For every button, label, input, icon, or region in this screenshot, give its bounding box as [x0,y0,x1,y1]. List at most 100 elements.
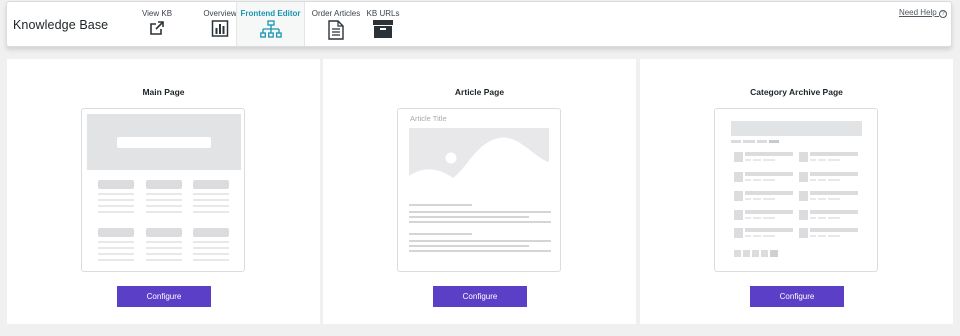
need-help-label: Need Help [898,8,937,17]
text-line [98,193,134,195]
text-line [146,193,182,195]
text-line [810,152,858,156]
breadcrumb-placeholder [743,140,755,143]
text-line [745,217,751,219]
tab-label: KB URLs [366,9,400,18]
main-page-card: Main Page Configure [7,59,320,324]
text-line [828,217,840,219]
tab-label: View KB [141,9,173,18]
text-line [193,241,229,243]
column-header [146,228,182,237]
text-line [193,253,229,255]
text-line [745,198,751,200]
text-line [753,179,761,181]
main-page-preview [81,108,245,272]
text-line [409,245,529,247]
text-line [810,228,858,232]
need-help-link[interactable]: Need Help ? [899,8,947,18]
text-line [753,159,761,161]
pagination-placeholder [770,250,778,257]
article-thumb [799,228,808,238]
card-title: Article Page [454,87,505,97]
text-line [409,250,551,252]
column-header [193,228,229,237]
article-page-card: Article Page Article Title Configure [323,59,636,324]
text-line [745,191,793,195]
tab-kb-urls[interactable]: KB URLs [365,2,401,46]
text-line [818,179,826,181]
external-link-icon [150,21,164,35]
configure-main-page-button[interactable]: Configure [117,286,211,307]
article-thumb [799,152,808,162]
tab-order-articles[interactable]: Order Articles [308,2,364,46]
tab-frontend-editor[interactable]: Frontend Editor [236,2,305,46]
text-line [146,247,182,249]
text-line [98,205,134,207]
text-line [763,198,775,200]
text-line [753,198,761,200]
text-line [810,198,816,200]
card-title: Category Archive Page [750,87,843,97]
sitemap-icon [259,20,282,38]
article-page-preview: Article Title [397,108,561,272]
text-line [146,241,182,243]
text-line [763,217,775,219]
text-line [745,235,751,237]
text-line [828,179,840,181]
text-line [146,205,182,207]
text-line [98,253,134,255]
text-line [98,211,134,213]
top-navigation-bar: Knowledge Base View KB Overview Frontend… [6,1,952,47]
article-thumb [734,191,743,201]
text-line [146,211,182,213]
text-line [818,217,826,219]
configure-article-page-button[interactable]: Configure [433,286,527,307]
article-thumb [799,210,808,220]
text-line [810,210,858,214]
article-thumb [799,191,808,201]
article-thumb [734,152,743,162]
text-line [810,159,816,161]
configure-category-archive-button[interactable]: Configure [750,286,844,307]
text-line [745,228,793,232]
text-line [146,253,182,255]
text-line [409,233,472,235]
text-line [193,205,229,207]
tab-label: Frontend Editor [240,9,301,18]
image-placeholder-icon [409,128,549,191]
column-header [193,180,229,189]
search-bar-placeholder [117,137,211,148]
text-line [810,191,858,195]
text-line [98,259,134,261]
article-thumb [734,210,743,220]
text-line [409,221,551,223]
text-line [98,199,134,201]
text-line [818,198,826,200]
document-icon [328,20,344,40]
help-icon: ? [939,10,947,18]
pagination-placeholder [734,250,741,257]
breadcrumb-placeholder [757,140,767,143]
article-thumb [734,172,743,182]
text-line [763,159,775,161]
archive-box-icon [373,20,393,38]
column-header [146,180,182,189]
text-line [193,193,229,195]
tab-view-kb[interactable]: View KB [135,2,179,46]
pagination-placeholder [743,250,750,257]
text-line [146,199,182,201]
breadcrumb-placeholder [731,140,741,143]
bar-chart-icon [211,20,229,37]
text-line [753,217,761,219]
article-thumb [734,228,743,238]
text-line [193,211,229,213]
text-line [810,172,858,176]
text-line [98,247,134,249]
text-line [409,216,529,218]
pagination-placeholder [761,250,768,257]
article-thumb [799,172,808,182]
column-header [98,180,134,189]
text-line [828,235,840,237]
text-line [146,259,182,261]
text-line [193,247,229,249]
